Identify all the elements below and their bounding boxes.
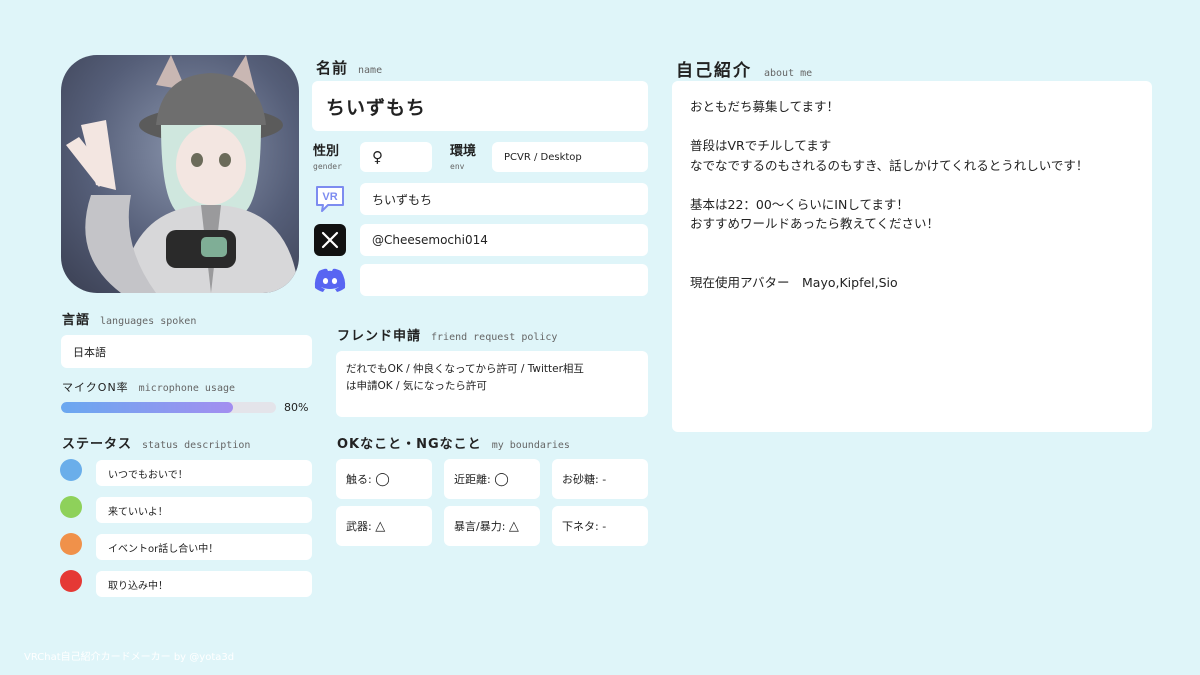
boundary-close-distance-label: 近距離: <box>454 473 491 486</box>
boundary-dirty-jokes: 下ネタ: - <box>552 506 648 546</box>
boundary-close-distance-value: ◯ <box>494 471 509 487</box>
about-line-1: おともだち募集してます！ <box>690 99 840 114</box>
mic-heading: マイクON率 microphone usage <box>62 379 235 395</box>
name-heading-sub: name <box>358 65 383 76</box>
env-label-text: 環境 <box>450 144 477 159</box>
about-line-6: 基本は22：00～くらいにINしてます！ <box>690 196 909 212</box>
boundary-dirty-jokes-value: - <box>602 519 607 533</box>
avatar-image <box>61 55 299 293</box>
boundaries-heading: OKなこと・NGなこと my boundaries <box>337 433 570 452</box>
languages-heading-sub: languages spoken <box>100 316 197 327</box>
name-heading-label: 名前 <box>316 59 349 77</box>
status-heading-sub: status description <box>142 440 251 451</box>
about-line-2 <box>690 117 1134 137</box>
languages-value: 日本語 <box>61 335 312 368</box>
svg-text:VR: VR <box>322 191 337 203</box>
boundary-weapon-value: △ <box>375 518 386 534</box>
about-line-4: なでなでするのもされるのもすき、話しかけてくれるとうれしいです！ <box>690 157 1089 173</box>
about-text: おともだち募集してます！ 普段はVRでチルしてます なでなでするのもされるのもす… <box>672 81 1152 432</box>
gender-value: ♀ <box>360 142 432 172</box>
x-icon <box>313 223 347 257</box>
discord-icon <box>313 263 347 297</box>
status-item-2: 来ていいよ！ <box>96 497 312 523</box>
about-heading-sub: about me <box>764 68 813 79</box>
boundary-violence-label: 暴言/暴力: <box>454 520 506 533</box>
mic-percent: 80% <box>284 401 309 414</box>
about-line-3: 普段はVRでチルしてます <box>690 138 832 153</box>
boundaries-heading-label: OKなこと・NGなこと <box>337 437 482 452</box>
boundary-weapon: 武器: △ <box>336 506 432 546</box>
boundary-touch-label: 触る: <box>346 473 372 486</box>
about-line-10: 現在使用アバター Mayo,Kipfel,Sio <box>690 274 898 290</box>
boundary-sugar-label: お砂糖: <box>562 473 599 486</box>
boundary-close-distance: 近距離: ◯ <box>444 459 540 499</box>
boundaries-heading-sub: my boundaries <box>491 440 570 451</box>
friend-heading-sub: friend request policy <box>431 332 558 343</box>
boundary-sugar-value: - <box>602 472 607 486</box>
boundary-dirty-jokes-label: 下ネタ: <box>562 520 599 533</box>
boundary-touch: 触る: ◯ <box>336 459 432 499</box>
about-line-8 <box>690 234 1134 254</box>
languages-heading: 言語 languages spoken <box>62 309 196 328</box>
about-line-7: おすすめワールドあったら教えてください！ <box>690 216 940 231</box>
status-dot-2 <box>60 496 82 518</box>
vrchat-icon: VR <box>313 182 347 216</box>
status-item-3: イベントor話し合い中！ <box>96 534 312 560</box>
boundary-touch-value: ◯ <box>375 471 390 487</box>
status-item-1: いつでもおいで！ <box>96 460 312 486</box>
status-heading: ステータス status description <box>62 433 250 452</box>
status-item-4: 取り込み中！ <box>96 571 312 597</box>
x-handle: @Cheesemochi014 <box>360 224 648 256</box>
friend-heading: フレンド申請 friend request policy <box>337 325 557 344</box>
friend-heading-label: フレンド申請 <box>337 329 422 344</box>
friend-policy-line-2: は申請OK / 気になったら許可 <box>346 380 487 392</box>
avatar-illustration <box>66 55 299 293</box>
mic-progress-track <box>61 402 276 413</box>
languages-heading-label: 言語 <box>62 313 91 328</box>
status-dot-3 <box>60 533 82 555</box>
env-value: PCVR / Desktop <box>492 142 648 172</box>
mic-progress-fill <box>61 402 233 413</box>
gender-label: 性別 gender <box>313 145 342 173</box>
boundary-weapon-label: 武器: <box>346 520 372 533</box>
mic-heading-label: マイクON率 <box>62 381 129 394</box>
name-heading: 名前 name <box>316 57 382 78</box>
env-label: 環境 env <box>450 145 476 173</box>
name-value: ちいずもち <box>312 81 648 131</box>
about-heading-label: 自己紹介 <box>676 61 752 81</box>
status-dot-4 <box>60 570 82 592</box>
about-line-9 <box>690 253 1134 273</box>
gender-label-sub: gender <box>313 162 342 171</box>
friend-policy: だれでもOK / 仲良くなってから許可 / Twitter相互 は申請OK / … <box>336 351 648 417</box>
boundary-violence-value: △ <box>508 518 519 534</box>
footer-credit: VRChat自己紹介カードメーカー by @yota3d <box>24 652 235 663</box>
status-dot-1 <box>60 459 82 481</box>
env-label-sub: env <box>450 162 465 171</box>
status-heading-label: ステータス <box>62 437 133 452</box>
boundary-sugar: お砂糖: - <box>552 459 648 499</box>
vrchat-name: ちいずもち <box>360 183 648 215</box>
about-heading: 自己紹介 about me <box>676 56 812 81</box>
discord-name <box>360 264 648 296</box>
friend-policy-line-1: だれでもOK / 仲良くなってから許可 / Twitter相互 <box>346 363 584 375</box>
mic-heading-sub: microphone usage <box>138 383 235 394</box>
boundary-violence: 暴言/暴力: △ <box>444 506 540 546</box>
gender-label-text: 性別 <box>313 144 340 159</box>
about-line-5 <box>690 175 1134 195</box>
